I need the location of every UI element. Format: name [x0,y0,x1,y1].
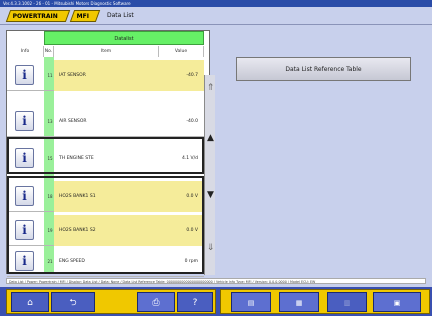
home-icon[interactable]: ⌂ [11,292,49,312]
group-header: Datalist [44,31,204,45]
col-value: Value [159,46,204,57]
toolbar-right-group: ▤ ▦ ▥ ▣ [220,289,430,314]
info-icon[interactable]: i [15,65,34,85]
bottom-toolbar: ⌂ ⮌ ⎙ ? ▤ ▦ ▥ ▣ [0,287,432,316]
selected-row-frame [7,137,204,174]
col-info: Info [7,46,44,57]
status-bar: Data List / Power: Powertrain / MFI / Di… [6,278,426,284]
scroll-page-up-icon[interactable]: ⇑ [205,83,216,93]
tab-mfi[interactable]: MFI [69,10,101,22]
help-icon[interactable]: ? [177,292,213,312]
scroll-up-icon[interactable]: ▲ [205,133,216,143]
info-icon[interactable]: i [15,111,34,131]
data-list-panel: Datalist Info No. Item Value i 11 IAT SE… [6,30,215,277]
scroll-page-down-icon[interactable]: ⇓ [205,243,216,253]
list-icon[interactable]: ▦ [279,292,319,312]
tab-bar: POWERTRAIN MFI Data List [0,7,432,25]
row-item: AIR SENSOR [59,119,87,124]
col-no: No. [44,46,54,57]
split-icon[interactable]: ▥ [327,292,367,312]
table-row[interactable]: i 11 IAT SENSOR -40.7 [7,60,204,91]
row-value: -40.0 [186,119,198,124]
scroll-down-icon[interactable]: ▼ [205,190,216,200]
back-icon[interactable]: ⮌ [51,292,95,312]
scrollbar[interactable]: ⇑ ▲ ▼ ⇓ [204,75,215,275]
col-item: Item [54,46,159,57]
graph-icon[interactable]: ▤ [231,292,271,312]
table-icon[interactable]: ▣ [373,292,421,312]
window-title: Ver.4.3.3.1002 - 26 - 01 - Mitsubishi Mo… [0,0,432,7]
table-row[interactable]: i 13 AIR SENSOR -40.0 [7,106,204,137]
row-item: IAT SENSOR [59,73,86,78]
tab-data-list: Data List [107,12,134,19]
tab-powertrain[interactable]: POWERTRAIN [5,10,71,22]
reference-table-button[interactable]: Data List Reference Table [236,57,411,81]
print-icon[interactable]: ⎙ [137,292,175,312]
toolbar-left-group: ⌂ ⮌ ⎙ ? [6,289,216,314]
selected-group-frame [7,176,204,274]
row-value: -40.7 [186,73,198,78]
